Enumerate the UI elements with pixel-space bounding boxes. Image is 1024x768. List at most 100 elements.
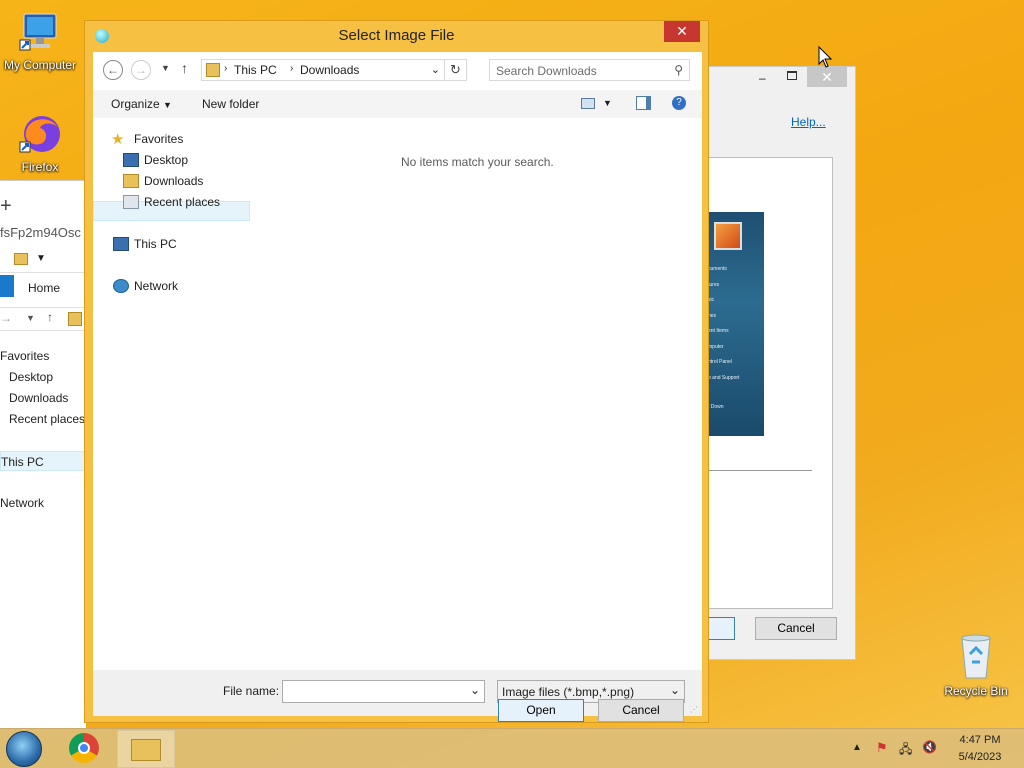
taskbar-file-explorer[interactable]	[117, 730, 175, 768]
chevron-right-icon: ›	[224, 63, 228, 74]
search-icon: ⚲	[674, 63, 683, 77]
maximize-icon[interactable]	[787, 71, 797, 80]
start-menu-item: mputer	[708, 343, 724, 350]
start-menu-item: t Down	[708, 404, 724, 410]
recent-locations-dropdown[interactable]: ▼	[161, 63, 170, 73]
nav-desktop[interactable]: Desktop	[93, 150, 253, 170]
start-menu-preview-image: cuments tures sic nes ent Items mputer n…	[708, 212, 764, 436]
computer-icon	[113, 237, 129, 251]
navigation-pane: ★ Favorites Desktop Downloads Recent pla…	[93, 118, 255, 670]
desktop-icon	[123, 153, 139, 167]
ribbon-file-tab[interactable]	[0, 275, 14, 297]
taskbar-date[interactable]: 5/4/2023	[950, 751, 1010, 763]
organize-button[interactable]: Organize ▼	[111, 97, 172, 111]
computer-icon	[18, 10, 62, 54]
recycle-bin-icon	[956, 632, 996, 680]
resize-grip-icon[interactable]: ⋰	[690, 705, 698, 714]
chevron-down-icon[interactable]: ⌄	[470, 683, 480, 697]
forward-arrow-icon[interactable]: →	[0, 311, 12, 325]
forward-button[interactable]: →	[131, 60, 151, 80]
desktop-icon-label: Recycle Bin	[944, 684, 1008, 698]
back-arrow-icon: ←	[107, 63, 119, 77]
cancel-button[interactable]: Cancel	[598, 699, 684, 722]
new-tab-icon[interactable]: +	[0, 195, 12, 218]
background-dialog-titlebar: – ✕	[707, 67, 855, 91]
start-button[interactable]	[6, 731, 46, 767]
quick-access-toolbar: ▼	[0, 251, 86, 273]
volume-muted-icon[interactable]: 🔇	[922, 740, 937, 754]
show-hidden-icons-icon[interactable]: ▲	[852, 742, 862, 753]
breadcrumb-downloads[interactable]: Downloads	[300, 63, 359, 77]
folder-icon	[14, 253, 28, 265]
dropdown-arrow-icon[interactable]: ▼	[36, 253, 46, 264]
dropdown-arrow-icon[interactable]: ▼	[26, 313, 35, 323]
action-center-flag-icon[interactable]: ⚑	[876, 740, 890, 755]
firefox-icon	[18, 112, 62, 156]
minimize-icon[interactable]: –	[759, 71, 766, 85]
background-ok-button[interactable]	[707, 617, 735, 640]
desktop-icon-label: My Computer	[3, 58, 77, 72]
desktop-icon-recycle-bin[interactable]: Recycle Bin	[936, 632, 1016, 698]
breadcrumb-this-pc[interactable]: This PC	[234, 63, 277, 77]
explorer-nav-this-pc-row[interactable]: This PC	[0, 451, 86, 471]
start-menu-item: ent Items	[708, 328, 729, 334]
address-bar[interactable]: › This PC › Downloads ⌄ ↻	[201, 59, 467, 81]
refresh-icon[interactable]: ↻	[444, 60, 466, 80]
start-menu-item: sic	[708, 297, 715, 303]
nav-downloads-label[interactable]: Downloads	[93, 171, 253, 191]
downloads-folder-icon	[123, 174, 139, 188]
nav-this-pc[interactable]: This PC	[93, 234, 253, 254]
close-icon: ✕	[676, 23, 688, 39]
file-name-input[interactable]: ⌄	[282, 680, 485, 703]
recent-places-icon	[123, 195, 139, 209]
folder-icon	[68, 312, 82, 326]
help-link[interactable]: Help...	[791, 115, 826, 129]
dialog-body: ← → ▼ ↑ › This PC › Downloads ⌄ ↻ Search…	[93, 52, 702, 722]
windows-orb-icon	[6, 731, 42, 767]
start-menu-item: ntrol Panel	[708, 359, 732, 365]
ribbon-tab-home[interactable]: Home	[28, 281, 60, 295]
desktop-icon-my-computer[interactable]: My Computer	[0, 10, 80, 72]
start-menu-items: cuments tures sic nes ent Items mputer n…	[708, 262, 764, 416]
up-arrow-icon[interactable]: ↑	[47, 310, 53, 324]
start-menu-item: p and Support	[708, 374, 740, 381]
start-menu-item: cuments	[708, 266, 727, 272]
chrome-icon	[69, 733, 99, 763]
taskbar-time[interactable]: 4:47 PM	[950, 734, 1010, 746]
help-icon[interactable]: ?	[672, 96, 686, 110]
explorer-nav-row: → ▼ ↑	[0, 307, 86, 331]
user-picture-icon	[714, 222, 742, 250]
up-button[interactable]: ↑	[181, 60, 188, 76]
network-icon	[113, 279, 129, 293]
nav-recent-places[interactable]: Recent places	[93, 192, 253, 212]
explorer-nav-desktop[interactable]: Desktop	[9, 370, 53, 384]
nav-favorites[interactable]: ★ Favorites	[93, 129, 253, 149]
search-placeholder: Search Downloads	[496, 64, 597, 78]
network-status-icon[interactable]: 🖧	[899, 740, 913, 756]
back-button[interactable]: ←	[103, 60, 123, 80]
dialog-title: Select Image File	[338, 27, 455, 44]
dropdown-arrow-icon: ▼	[163, 100, 172, 110]
view-dropdown-icon[interactable]: ▼	[603, 98, 612, 108]
background-dialog-window: – ✕ Help... cuments tures sic nes ent It…	[706, 66, 856, 660]
explorer-nav-downloads[interactable]: Downloads	[9, 391, 68, 405]
desktop-icon-firefox[interactable]: Firefox	[0, 112, 80, 174]
open-button[interactable]: Open	[498, 699, 584, 722]
file-name-label: File name:	[223, 684, 280, 698]
search-input[interactable]: Search Downloads ⚲	[489, 59, 690, 81]
nav-network[interactable]: Network	[93, 276, 253, 296]
preview-pane-icon[interactable]	[636, 96, 651, 110]
change-view-icon[interactable]	[581, 98, 595, 109]
file-type-value: Image files (*.bmp,*.png)	[502, 685, 635, 699]
explorer-nav-network[interactable]: Network	[0, 496, 44, 510]
explorer-title-fragment: fsFp2m94Osc	[0, 225, 81, 240]
close-button[interactable]: ✕	[664, 21, 700, 42]
new-folder-button[interactable]: New folder	[202, 97, 259, 111]
explorer-nav-this-pc: This PC	[1, 455, 44, 469]
explorer-nav-recent[interactable]: Recent places	[9, 412, 85, 426]
empty-results-message: No items match your search.	[401, 155, 554, 169]
address-dropdown-icon[interactable]: ⌄	[431, 63, 440, 76]
background-cancel-button[interactable]: Cancel	[755, 617, 837, 640]
explorer-nav-favorites[interactable]: Favorites	[0, 349, 49, 363]
taskbar-chrome[interactable]	[64, 733, 104, 765]
